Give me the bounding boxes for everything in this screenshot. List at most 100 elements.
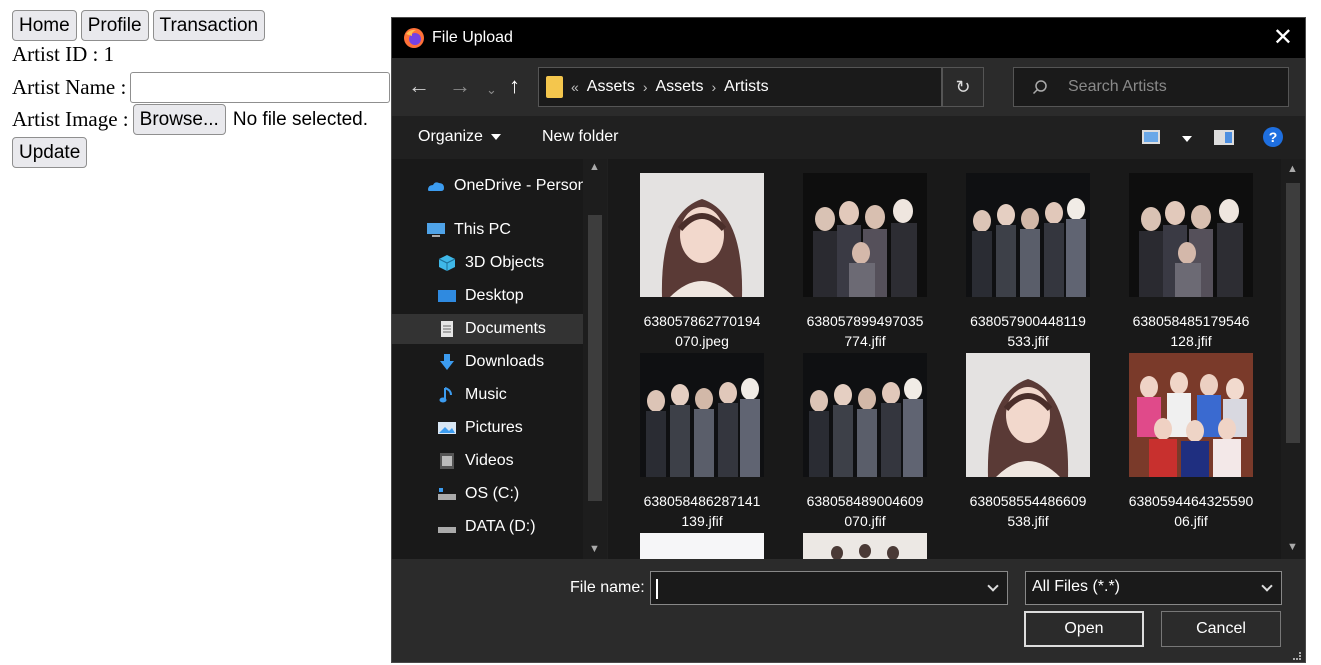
breadcrumb-separator-icon: › bbox=[642, 79, 648, 95]
nav-item-label: 3D Objects bbox=[465, 254, 545, 271]
file-name: 638058489004609 070.jfif bbox=[806, 493, 924, 529]
nav-item-onedrive[interactable]: OneDrive - Personal bbox=[426, 171, 599, 201]
firefox-icon bbox=[404, 28, 424, 48]
nav-item-data-d[interactable]: DATA (D:) bbox=[437, 512, 536, 542]
view-mode-icon[interactable] bbox=[1142, 130, 1160, 144]
breadcrumb-assets-1[interactable]: Assets bbox=[587, 78, 635, 96]
preview-pane-icon[interactable] bbox=[1214, 130, 1234, 145]
file-tile[interactable] bbox=[632, 533, 772, 559]
file-tile[interactable]: 6380594464325590 06.jfif bbox=[1121, 353, 1261, 531]
nav-item-label: This PC bbox=[454, 221, 511, 238]
nav-item-label: OneDrive - Personal bbox=[454, 177, 599, 194]
top-nav: Home Profile Transaction bbox=[12, 10, 266, 41]
artist-name-row: Artist Name : bbox=[12, 72, 391, 103]
browse-button[interactable]: Browse... bbox=[132, 104, 226, 135]
nav-item-pictures[interactable]: Pictures bbox=[437, 413, 523, 443]
view-options-caret-icon[interactable] bbox=[1182, 136, 1192, 142]
nav-item-os-c[interactable]: OS (C:) bbox=[437, 479, 519, 509]
help-icon[interactable]: ? bbox=[1263, 127, 1283, 147]
nav-item-downloads[interactable]: Downloads bbox=[437, 347, 544, 377]
file-name: 638057900448119 533.jfif bbox=[970, 313, 1086, 349]
downloads-icon bbox=[440, 354, 454, 370]
chevron-down-icon[interactable] bbox=[987, 580, 999, 592]
search-icon bbox=[1032, 80, 1047, 95]
back-arrow-icon[interactable]: ← bbox=[408, 74, 430, 98]
light-photo-thumbnail bbox=[640, 533, 764, 559]
forward-arrow-icon[interactable]: → bbox=[449, 74, 471, 98]
portrait-thumbnail bbox=[640, 173, 764, 297]
scroll-down-icon[interactable]: ▼ bbox=[1287, 541, 1298, 553]
navigation-scrollbar[interactable]: ▲ ▼ bbox=[583, 159, 607, 559]
file-name-label: File name: bbox=[570, 579, 645, 596]
dialog-titlebar: File Upload ✕ bbox=[392, 18, 1305, 58]
nav-item-label: Videos bbox=[465, 452, 514, 469]
address-bar[interactable]: « Assets › Assets › Artists bbox=[538, 67, 1080, 107]
breadcrumb-separator-icon: › bbox=[711, 79, 717, 95]
open-button[interactable]: Open bbox=[1024, 611, 1144, 647]
file-list-scrollbar[interactable]: ▲ ▼ bbox=[1281, 159, 1305, 559]
transaction-button[interactable]: Transaction bbox=[152, 10, 266, 41]
nav-item-desktop[interactable]: Desktop bbox=[437, 281, 524, 311]
nav-item-label: Downloads bbox=[465, 353, 545, 370]
scroll-down-icon[interactable]: ▼ bbox=[589, 543, 600, 555]
group-photo-thumbnail bbox=[803, 173, 927, 297]
update-button[interactable]: Update bbox=[12, 137, 88, 168]
scrollbar-thumb[interactable] bbox=[1286, 183, 1300, 443]
nav-item-label: Desktop bbox=[465, 287, 524, 304]
nav-item-this-pc[interactable]: This PC bbox=[426, 215, 511, 245]
nav-item-videos[interactable]: Videos bbox=[437, 446, 514, 476]
recent-locations-icon[interactable]: ⌄ bbox=[486, 78, 497, 102]
group-photo-thumbnail bbox=[966, 173, 1090, 297]
artist-name-input[interactable] bbox=[130, 72, 391, 103]
computer-icon bbox=[427, 223, 445, 237]
file-name-input[interactable] bbox=[650, 571, 1008, 605]
nav-item-3d-objects[interactable]: 3D Objects bbox=[437, 248, 544, 278]
artist-edit-page: Home Profile Transaction Artist ID : 1 A… bbox=[0, 0, 400, 665]
no-file-selected-text: No file selected. bbox=[232, 108, 369, 130]
file-tile[interactable]: 638057900448119 533.jfif bbox=[958, 173, 1098, 351]
home-button[interactable]: Home bbox=[12, 10, 77, 41]
cancel-button[interactable]: Cancel bbox=[1161, 611, 1281, 647]
file-tile[interactable]: 638058485179546 128.jfif bbox=[1121, 173, 1261, 351]
new-folder-button[interactable]: New folder bbox=[542, 128, 618, 146]
nav-item-documents[interactable]: Documents bbox=[392, 314, 583, 344]
nav-item-label: Music bbox=[465, 386, 507, 403]
file-tile[interactable]: 638057862770194 070.jpeg bbox=[632, 173, 772, 351]
group-photo-thumbnail bbox=[640, 353, 764, 477]
breadcrumb-overflow[interactable]: « bbox=[571, 79, 579, 95]
up-arrow-icon[interactable]: ↑ bbox=[509, 74, 520, 98]
scrollbar-thumb[interactable] bbox=[588, 215, 602, 501]
search-input[interactable]: Search Artists bbox=[1013, 67, 1289, 107]
nav-item-music[interactable]: Music bbox=[437, 380, 507, 410]
scroll-up-icon[interactable]: ▲ bbox=[1287, 163, 1298, 175]
close-icon[interactable]: ✕ bbox=[1273, 24, 1293, 52]
music-icon bbox=[439, 387, 452, 403]
group-photo-thumbnail bbox=[803, 353, 927, 477]
profile-button[interactable]: Profile bbox=[80, 10, 149, 41]
scroll-up-icon[interactable]: ▲ bbox=[589, 161, 600, 173]
folder-icon bbox=[546, 76, 563, 98]
artist-image-label: Artist Image : bbox=[12, 107, 129, 131]
file-tile[interactable]: 638057899497035 774.jfif bbox=[795, 173, 935, 351]
file-type-select[interactable]: All Files (*.*) bbox=[1025, 571, 1282, 605]
pictures-icon bbox=[438, 422, 456, 434]
colorful-group-thumbnail bbox=[1129, 353, 1253, 477]
breadcrumb-artists[interactable]: Artists bbox=[724, 78, 768, 96]
breadcrumb-assets-2[interactable]: Assets bbox=[655, 78, 703, 96]
refresh-button[interactable]: ↻ bbox=[942, 67, 984, 107]
videos-icon bbox=[440, 453, 454, 469]
artist-image-row: Artist Image : Browse... No file selecte… bbox=[12, 104, 368, 135]
file-name: 638058554486609 538.jfif bbox=[969, 493, 1087, 529]
file-tile[interactable]: 638058489004609 070.jfif bbox=[795, 353, 935, 531]
nav-item-label: Documents bbox=[465, 320, 546, 337]
file-name: 638057862770194 070.jpeg bbox=[643, 313, 761, 349]
resize-grip-icon[interactable] bbox=[1293, 652, 1301, 660]
file-tile[interactable]: 638058554486609 538.jfif bbox=[958, 353, 1098, 531]
drive-d-icon bbox=[438, 527, 456, 533]
file-tile[interactable] bbox=[795, 533, 935, 559]
organize-menu[interactable]: Organize bbox=[418, 128, 501, 146]
portrait-thumbnail bbox=[966, 353, 1090, 477]
group-photo-thumbnail bbox=[1129, 173, 1253, 297]
file-name: 6380594464325590 06.jfif bbox=[1128, 493, 1254, 529]
file-tile[interactable]: 638058486287141 139.jfif bbox=[632, 353, 772, 531]
